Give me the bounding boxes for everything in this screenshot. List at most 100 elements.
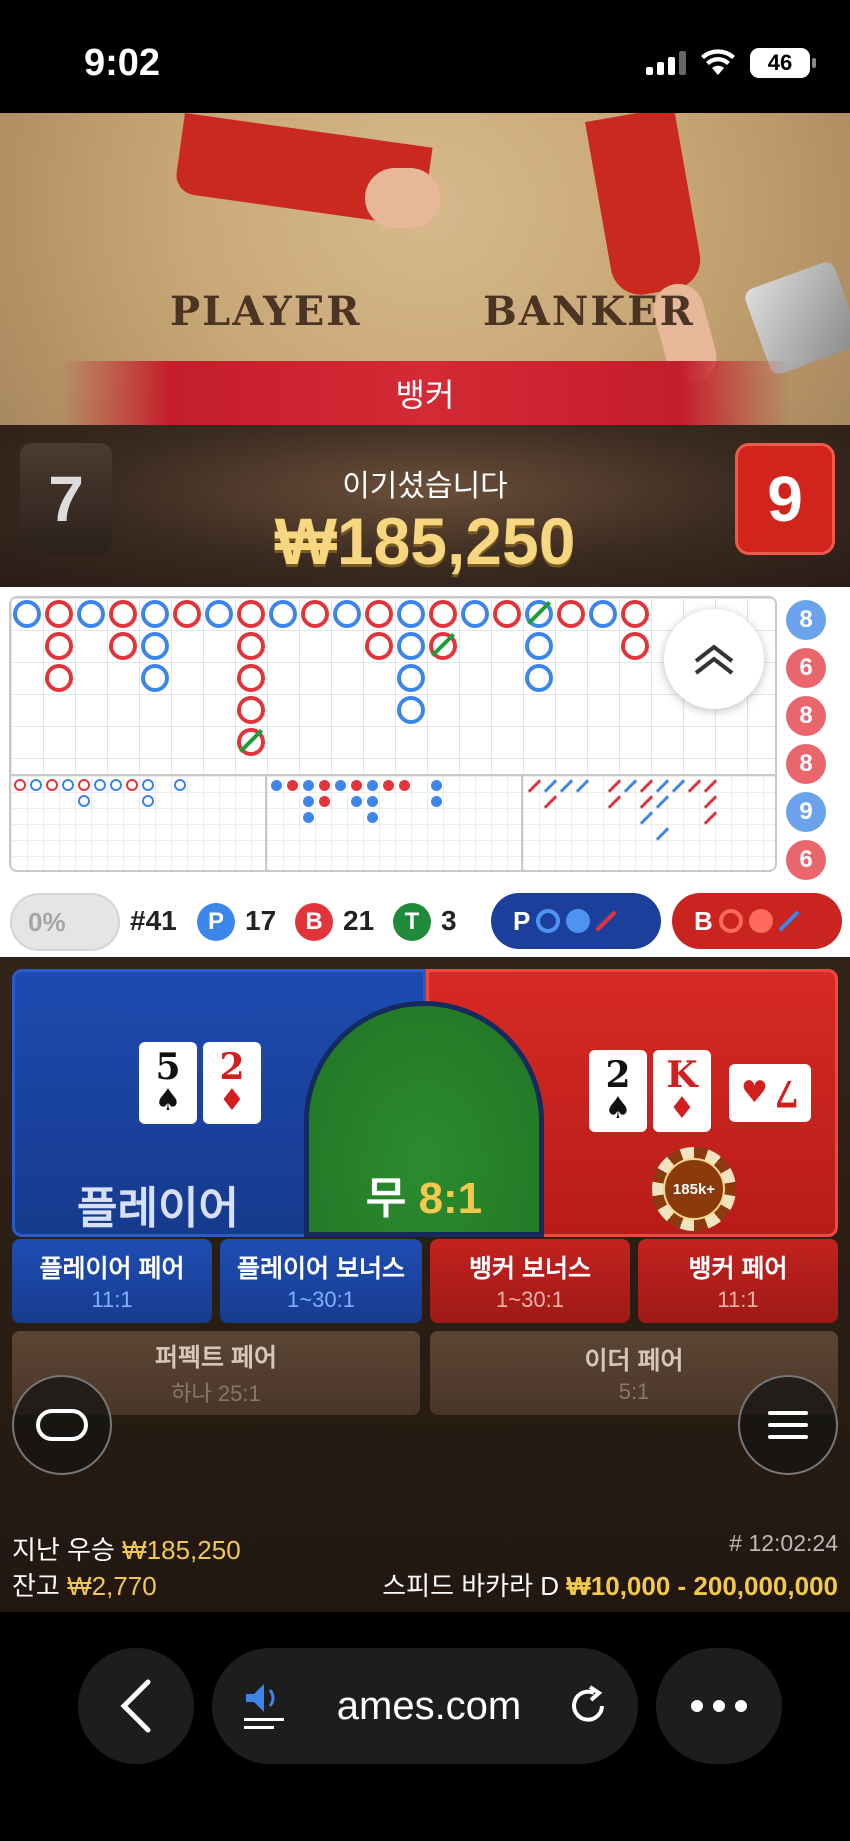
big-eye-mark	[14, 779, 26, 791]
betting-area: 5 ♠ 2 ♦ 플레이어 2 ♠ K ♦ ♥ 7 무 8:1 185k+ 플레이어 페어 …	[0, 957, 850, 1612]
banker-mark	[365, 632, 393, 660]
player-mark	[141, 600, 169, 628]
tie-bet-spot[interactable]: 무 8:1	[304, 1001, 544, 1237]
tie-badge: T	[393, 903, 431, 941]
tie-count: 3	[441, 905, 457, 936]
derived-roads[interactable]	[9, 776, 777, 872]
big-eye-mark	[142, 779, 154, 791]
cockroach-mark	[527, 779, 542, 793]
player-mark	[461, 600, 489, 628]
expand-roadmap-button[interactable]	[664, 609, 764, 709]
win-title: 이기셨습니다	[342, 470, 508, 503]
slash-icon	[595, 910, 617, 932]
menu-button[interactable]	[738, 1375, 838, 1475]
small-road-mark	[431, 780, 442, 791]
player-mark	[397, 696, 425, 724]
player-mark	[77, 600, 105, 628]
small-road-mark	[287, 780, 298, 791]
big-eye-mark	[174, 779, 186, 791]
cockroach-mark	[559, 779, 574, 793]
cockroach-mark	[703, 795, 718, 809]
banker-pair-bet[interactable]: 뱅커 페어 11:1	[638, 1239, 838, 1323]
banker-predict-button[interactable]: B	[672, 893, 842, 949]
cockroach-mark	[655, 827, 670, 841]
bead-road-column: 8 6 8 8 9 6	[782, 596, 850, 880]
ellipsis-icon	[691, 1700, 747, 1712]
banker-mark	[237, 664, 265, 692]
cockroach-mark	[607, 779, 622, 793]
more-options-button[interactable]	[656, 1648, 782, 1764]
player-mark	[397, 632, 425, 660]
bet-chip: 185k+	[652, 1147, 736, 1231]
cockroach-mark	[575, 779, 590, 793]
side-bet-odds: 1~30:1	[496, 1287, 564, 1312]
dot-icon	[566, 909, 591, 933]
banker-mark	[237, 600, 265, 628]
double-chevron-up-icon	[694, 644, 734, 675]
chat-button[interactable]	[12, 1375, 112, 1475]
back-chevron-icon	[120, 1679, 151, 1733]
small-road-mark	[335, 780, 346, 791]
player-mark	[269, 600, 297, 628]
reload-icon[interactable]	[566, 1684, 610, 1728]
player-pair-bet[interactable]: 플레이어 페어 11:1	[12, 1239, 212, 1323]
wifi-icon	[701, 49, 735, 75]
banker-card: ♥ 7	[729, 1064, 811, 1122]
cockroach-mark	[543, 779, 558, 793]
player-mark	[525, 664, 553, 692]
big-eye-mark	[30, 779, 42, 791]
small-road-mark	[351, 780, 362, 791]
banker-mark	[301, 600, 329, 628]
banker-bonus-bet[interactable]: 뱅커 보너스 1~30:1	[430, 1239, 630, 1323]
big-eye-mark	[78, 795, 90, 807]
win-amount: ₩185,250	[274, 504, 576, 578]
big-eye-mark	[126, 779, 138, 791]
address-bar[interactable]: ames.com	[212, 1648, 638, 1764]
cockroach-mark	[687, 779, 702, 793]
percent-toggle[interactable]: 0%	[10, 893, 120, 951]
small-road-mark	[367, 780, 378, 791]
player-mark	[333, 600, 361, 628]
player-predict-button[interactable]: P	[491, 893, 661, 949]
cockroach-mark	[703, 779, 718, 793]
back-button[interactable]	[78, 1648, 194, 1764]
big-road[interactable]	[9, 596, 777, 776]
side-bet-title: 뱅커 페어	[688, 1255, 788, 1283]
tie-bet-label: 무 8:1	[365, 1174, 483, 1223]
banker-mark	[109, 600, 137, 628]
road-divider	[265, 776, 267, 872]
side-bet-odds: 5:1	[618, 1379, 650, 1404]
player-card: 5 ♠	[139, 1042, 197, 1124]
bead-mark: 8	[786, 696, 826, 736]
cockroach-mark	[655, 779, 670, 793]
slash-icon	[778, 910, 800, 932]
banker-mark	[237, 632, 265, 660]
banker-mark	[557, 600, 585, 628]
player-badge: P	[197, 903, 235, 941]
big-eye-mark	[62, 779, 74, 791]
bead-mark: 6	[786, 648, 826, 688]
winner-banner: 뱅커	[60, 361, 790, 425]
banker-mark	[45, 664, 73, 692]
live-video: PLAYER BANKER 뱅커 7 9 이기셨습니다 ₩185,250	[0, 113, 850, 587]
player-mark	[141, 632, 169, 660]
player-mark	[589, 600, 617, 628]
round-id: # 12:02:24	[729, 1530, 838, 1556]
cockroach-mark	[607, 795, 622, 809]
player-mark	[13, 600, 41, 628]
url-text: ames.com	[336, 1683, 522, 1728]
table-player-word: PLAYER	[170, 288, 362, 335]
player-bet-label: 플레이어	[77, 1184, 239, 1233]
player-bonus-bet[interactable]: 플레이어 보너스 1~30:1	[220, 1239, 422, 1323]
cockroach-mark	[623, 779, 638, 793]
stats-bar: 0% #41 P 17 B 21 T 3 P B	[0, 887, 850, 957]
small-road-mark	[303, 796, 314, 807]
side-bet-title: 뱅커 보너스	[469, 1255, 591, 1283]
dot-icon	[748, 909, 773, 933]
player-mark	[525, 632, 553, 660]
banker-mark	[109, 632, 137, 660]
side-bet-odds: 11:1	[717, 1287, 759, 1312]
small-road-mark	[319, 780, 330, 791]
banker-mark	[493, 600, 521, 628]
audio-playing-icon[interactable]	[240, 1678, 292, 1734]
